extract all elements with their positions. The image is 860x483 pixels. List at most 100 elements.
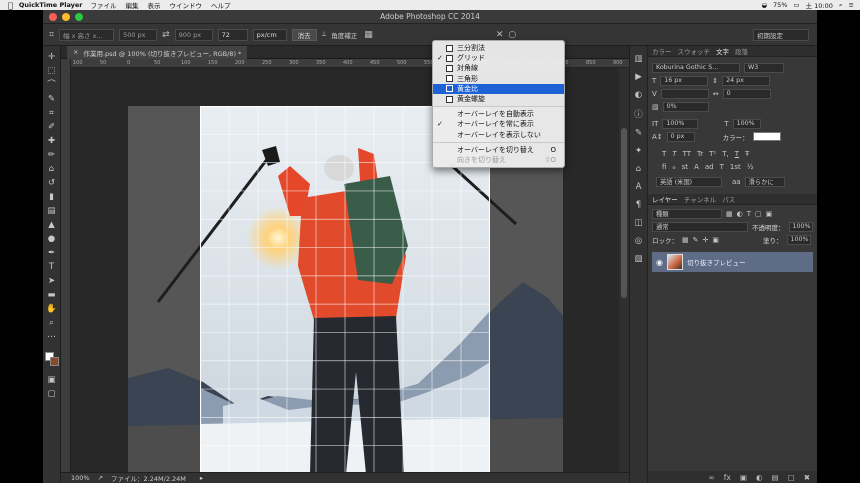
color-swatches[interactable]	[44, 352, 59, 366]
gradient-tool-icon[interactable]: ▤	[47, 206, 55, 217]
layer-style-icon[interactable]: fx	[724, 473, 731, 482]
all-caps-button[interactable]: TT	[683, 150, 691, 158]
export-icon[interactable]: ↗	[98, 474, 103, 482]
list-icon[interactable]: ≡	[849, 1, 854, 9]
faux-bold-button[interactable]: T	[662, 150, 666, 158]
info-panel-icon[interactable]: ⓘ	[634, 108, 643, 120]
lock-all-icon[interactable]: ▣	[712, 236, 719, 244]
adjustment-layer-icon[interactable]: ◐	[756, 473, 763, 482]
old-style-button[interactable]: ℴ	[672, 163, 675, 171]
font-family-select[interactable]: Koburina Gothic S...	[652, 62, 740, 73]
clone-source-icon[interactable]: ⌂	[636, 164, 641, 174]
menu-file[interactable]: ファイル	[91, 0, 117, 10]
ordinals-button[interactable]: 1st	[730, 163, 741, 171]
filter-pixel-icon[interactable]: ▦	[726, 210, 733, 218]
tracking-field[interactable]: 0	[722, 88, 771, 99]
small-caps-button[interactable]: Tr	[697, 150, 703, 158]
dodge-tool-icon[interactable]: ●	[48, 234, 55, 245]
wifi-icon[interactable]: ◒	[761, 1, 767, 9]
minimize-window-button[interactable]	[62, 13, 70, 21]
clock[interactable]: 土 10:00	[806, 0, 833, 10]
menu-edit[interactable]: 編集	[126, 0, 139, 10]
swap-dimensions-icon[interactable]: ⇄	[162, 30, 170, 40]
overlay-option-0[interactable]: 三分割法	[433, 43, 564, 53]
type-tool-icon[interactable]: T	[49, 262, 54, 273]
new-group-icon[interactable]: ▤	[772, 473, 779, 482]
shape-tool-icon[interactable]: ▬	[47, 290, 55, 301]
path-select-tool-icon[interactable]: ➤	[48, 276, 55, 287]
discretionary-ligatures-button[interactable]: st	[682, 163, 688, 171]
menu-help[interactable]: ヘルプ	[211, 0, 231, 10]
healing-brush-tool-icon[interactable]: ✚	[48, 136, 55, 147]
ligatures-button[interactable]: fi	[662, 163, 666, 171]
lock-position-icon[interactable]: ✛	[703, 236, 709, 244]
paths-shortcut-icon[interactable]: ▨	[634, 254, 642, 264]
layers-shortcut-icon[interactable]: ◫	[634, 218, 642, 228]
kerning-field[interactable]	[660, 88, 709, 99]
tab-channels[interactable]: チャンネル	[684, 194, 716, 204]
titling-button[interactable]: T	[720, 163, 724, 171]
straighten-icon[interactable]: ⟂	[322, 30, 327, 39]
brush-tool-icon[interactable]: ✏	[48, 150, 55, 161]
font-style-select[interactable]: W3	[744, 62, 784, 73]
menu-view[interactable]: 表示	[148, 0, 161, 10]
crop-tool-preset-icon[interactable]: ⌗	[49, 30, 54, 40]
tab-swatches[interactable]: スウォッチ	[678, 46, 711, 56]
stylistic-alternates-button[interactable]: ad	[705, 163, 714, 171]
eraser-tool-icon[interactable]: ▮	[49, 192, 54, 203]
fill-field[interactable]: 100%	[786, 234, 811, 245]
baseline-shift-field[interactable]: 0 px	[666, 131, 695, 142]
text-color-swatch[interactable]	[752, 132, 781, 141]
clear-button[interactable]: 消去	[291, 28, 317, 41]
blend-mode-select[interactable]: 通常	[652, 221, 748, 232]
zoom-window-button[interactable]	[75, 13, 83, 21]
quick-mask-icon[interactable]: ▣	[47, 375, 55, 386]
pen-tool-icon[interactable]: ✒	[48, 248, 55, 259]
marquee-tool-icon[interactable]: ⬚	[47, 66, 55, 77]
vertical-scale-field[interactable]: 100%	[662, 118, 699, 129]
workspace-select[interactable]: 初期設定	[753, 28, 809, 41]
move-tool-icon[interactable]: ✛	[48, 52, 55, 63]
opacity-field[interactable]: 100%	[788, 221, 813, 232]
font-size-field[interactable]: 16 px	[660, 75, 709, 86]
overlay-display-option-1[interactable]: ✓ オーバーレイを常に表示	[433, 119, 564, 129]
adjustments-panel-icon[interactable]: ◐	[635, 90, 642, 100]
leading-field[interactable]: 24 px	[722, 75, 771, 86]
faux-italic-button[interactable]: T	[672, 150, 676, 158]
overlay-option-5[interactable]: 黄金螺旋	[433, 94, 564, 104]
menu-window[interactable]: ウインドウ	[170, 0, 203, 10]
character-panel-icon[interactable]: A	[636, 182, 642, 192]
clone-stamp-tool-icon[interactable]: ⌂	[49, 164, 54, 175]
cancel-crop-icon[interactable]: ✕	[496, 30, 504, 40]
zoom-tool-icon[interactable]: ⌕	[49, 318, 54, 329]
layer-row[interactable]: ◉ 切り抜きプレビュー	[652, 252, 813, 272]
filter-adjustment-icon[interactable]: ◐	[737, 210, 743, 218]
straighten-label[interactable]: 角度補正	[331, 30, 357, 40]
filter-shape-icon[interactable]: ▢	[755, 210, 762, 218]
brush-panel-icon[interactable]: ✎	[635, 128, 642, 138]
channels-shortcut-icon[interactable]: ◎	[635, 236, 642, 246]
tab-paragraph[interactable]: 段落	[735, 46, 748, 56]
resolution-field[interactable]: 72	[217, 28, 248, 41]
status-menu-arrow-icon[interactable]: ▸	[200, 474, 203, 482]
zoom-level[interactable]: 100%	[71, 474, 90, 482]
underline-button[interactable]: T	[735, 150, 739, 158]
document-tab[interactable]: × 作業用.psd @ 100% (切り抜きプレビュー, RGB/8) *	[67, 46, 248, 59]
close-window-button[interactable]	[49, 13, 57, 21]
history-panel-icon[interactable]: ▥	[634, 54, 642, 64]
vertical-ruler[interactable]	[61, 59, 71, 472]
tsume-field[interactable]: 0%	[662, 101, 709, 112]
swash-button[interactable]: A	[694, 163, 699, 171]
canvas-vertical-scrollbar[interactable]	[619, 68, 629, 472]
new-layer-icon[interactable]: □	[788, 473, 795, 482]
brush-presets-icon[interactable]: ✦	[635, 146, 642, 156]
search-icon[interactable]: ⌕	[839, 1, 843, 10]
hand-tool-icon[interactable]: ✋	[46, 304, 57, 315]
add-mask-icon[interactable]: ▣	[740, 473, 747, 482]
overlay-display-option-2[interactable]: オーバーレイを表示しない	[433, 130, 564, 140]
strikethrough-button[interactable]: Ŧ	[745, 150, 749, 158]
history-brush-tool-icon[interactable]: ↺	[48, 178, 55, 189]
more-tools-icon[interactable]: ⋯	[47, 332, 56, 343]
layer-filter-select[interactable]: 種類	[652, 208, 722, 219]
overlay-options-icon[interactable]: ▦	[364, 30, 373, 40]
